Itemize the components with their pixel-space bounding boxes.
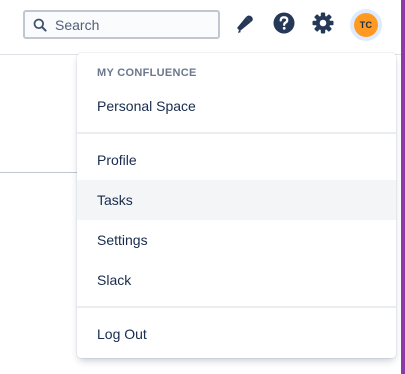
- search-input[interactable]: [55, 16, 205, 33]
- gear-icon: [311, 11, 335, 40]
- menu-separator: [77, 132, 396, 134]
- settings-button[interactable]: [310, 12, 336, 38]
- menu-item-personal-space[interactable]: Personal Space: [77, 86, 396, 126]
- right-edge-accent: [401, 0, 405, 374]
- confluence-page: TC MY CONFLUENCE Personal Space Profile …: [0, 0, 405, 374]
- menu-separator: [77, 306, 396, 308]
- menu-heading: MY CONFLUENCE: [97, 67, 197, 79]
- notification-icon: [233, 12, 255, 39]
- menu-item-log-out[interactable]: Log Out: [77, 314, 396, 354]
- help-button[interactable]: [271, 12, 297, 38]
- background-divider: [0, 172, 80, 173]
- menu-item-profile[interactable]: Profile: [77, 140, 396, 180]
- menu-item-slack[interactable]: Slack: [77, 260, 396, 300]
- search-icon: [33, 18, 47, 32]
- search-box[interactable]: [23, 10, 220, 39]
- notifications-button[interactable]: [231, 12, 257, 38]
- profile-menu-button[interactable]: TC: [350, 9, 382, 41]
- menu-item-tasks[interactable]: Tasks: [77, 180, 396, 220]
- profile-dropdown-menu: MY CONFLUENCE Personal Space Profile Tas…: [77, 53, 396, 358]
- help-icon: [272, 11, 296, 40]
- menu-item-settings[interactable]: Settings: [77, 220, 396, 260]
- avatar: TC: [354, 13, 378, 37]
